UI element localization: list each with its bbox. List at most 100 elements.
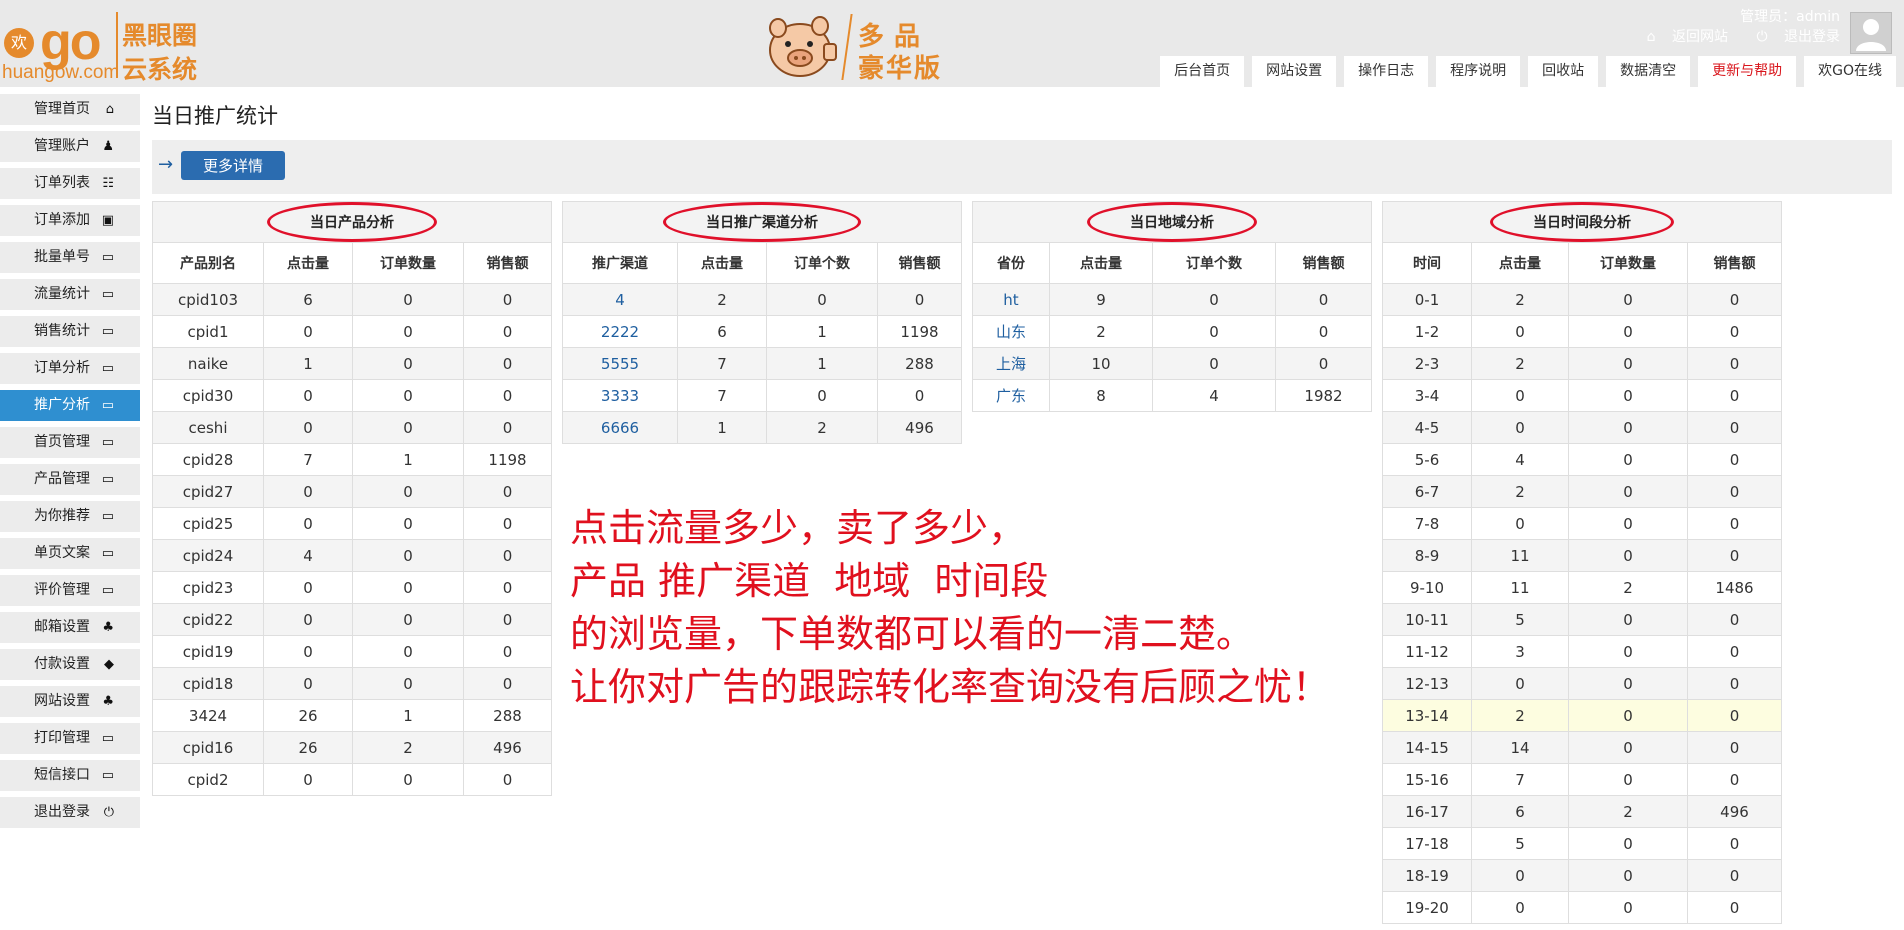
table-cell: 1198 <box>877 315 962 348</box>
table-cell: 0 <box>263 475 353 508</box>
sidebar-item-logout[interactable]: 退出登录 ⏻ <box>0 797 140 828</box>
table-cell: 4 <box>1152 379 1276 412</box>
tab-clear-data[interactable]: 数据清空 <box>1606 56 1691 87</box>
table-row: cpid22 0 0 0 <box>152 603 552 636</box>
table-row: cpid28 7 1 1198 <box>152 443 552 476</box>
sidebar-item-print-manage[interactable]: 打印管理 ▭ <box>0 723 140 754</box>
table-cell: 0 <box>1471 859 1569 892</box>
column-header: 销售额 <box>1275 242 1372 284</box>
annotation-line: 产品 推广渠道 地域 时间段 <box>570 559 1049 603</box>
table-cell: 7 <box>677 347 767 380</box>
table-cell: 0 <box>1152 283 1276 316</box>
table-row: 18-19 0 0 0 <box>1382 859 1782 892</box>
time-analysis-table: 当日时间段分析 时间 点击量 订单数量 销售额 0-1 2 0 0 1-2 0 0 0 2-3 2… <box>1382 201 1782 924</box>
sidebar-item-single-page[interactable]: 单页文案 ▭ <box>0 538 140 569</box>
table-cell: 4-5 <box>1382 411 1472 444</box>
table-cell: 1198 <box>463 443 552 476</box>
table-cell-link[interactable]: 4 <box>562 283 678 316</box>
sidebar-item-payment-settings[interactable]: 付款设置 ◆ <box>0 649 140 680</box>
table-cell: 0 <box>263 635 353 668</box>
table-cell-link[interactable]: 3333 <box>562 379 678 412</box>
table-cell: 16-17 <box>1382 795 1472 828</box>
sidebar-item-promotion-analysis[interactable]: 推广分析 ▭ <box>0 390 140 421</box>
sidebar-item-mail-settings[interactable]: 邮箱设置 ♣ <box>0 612 140 643</box>
tab-program-notes[interactable]: 程序说明 <box>1436 56 1521 87</box>
table-cell: cpid22 <box>152 603 264 636</box>
logo[interactable]: go 欢 huangow.com 黑眼圈 云系统 <box>0 8 200 84</box>
table-cell-link[interactable]: 2222 <box>562 315 678 348</box>
table-cell-link[interactable]: 6666 <box>562 411 678 444</box>
table-cell-link[interactable]: 5555 <box>562 347 678 380</box>
more-details-button[interactable]: 更多详情 <box>181 151 285 180</box>
sidebar-item-order-analysis[interactable]: 订单分析 ▭ <box>0 353 140 384</box>
tab-update-help[interactable]: 更新与帮助 <box>1698 56 1797 87</box>
table-cell: 0 <box>463 379 552 412</box>
window-icon: ▭ <box>101 398 114 413</box>
table-cell: 2 <box>677 283 767 316</box>
sidebar-item-accounts[interactable]: 管理账户 ♟ <box>0 131 140 162</box>
sidebar-item-label: 销售统计 <box>34 323 90 339</box>
table-row: 0-1 2 0 0 <box>1382 283 1782 316</box>
sidebar-item-recommend[interactable]: 为你推荐 ▭ <box>0 501 140 532</box>
table-cell-link[interactable]: 上海 <box>972 347 1050 380</box>
table-cell: 2-3 <box>1382 347 1472 380</box>
table-cell: 0 <box>1471 379 1569 412</box>
table-cell: 0 <box>352 379 464 412</box>
sidebar-item-label: 订单分析 <box>34 360 90 376</box>
logout-link[interactable]: ⏻ 退出登录 <box>1744 29 1840 45</box>
table-cell: 10-11 <box>1382 603 1472 636</box>
table-cell: 2 <box>1471 347 1569 380</box>
sidebar-item-dashboard[interactable]: 管理首页 ⌂ <box>0 94 140 125</box>
sidebar-item-order-list[interactable]: 订单列表 ☷ <box>0 168 140 199</box>
table-cell: 0 <box>1471 891 1569 924</box>
table-cell: 11 <box>1471 571 1569 604</box>
table-cell: cpid2 <box>152 763 264 796</box>
window-icon: ▭ <box>101 435 114 450</box>
sidebar-item-label: 产品管理 <box>34 471 90 487</box>
header: go 欢 huangow.com 黑眼圈 云系统 多品 豪华版 管理员：admi… <box>0 0 1904 87</box>
table-row: 4-5 0 0 0 <box>1382 411 1782 444</box>
back-site-link[interactable]: ⌂ 返回网站 <box>1635 29 1728 45</box>
tab-huango-online[interactable]: 欢GO在线 <box>1804 56 1896 87</box>
admin-label: 管理员：admin <box>1740 9 1840 25</box>
tab-recycle-bin[interactable]: 回收站 <box>1528 56 1599 87</box>
sidebar-item-traffic-stats[interactable]: 流量统计 ▭ <box>0 279 140 310</box>
table-cell: 0 <box>463 315 552 348</box>
table-row: 16-17 6 2 496 <box>1382 795 1782 828</box>
table-row: 2-3 2 0 0 <box>1382 347 1782 380</box>
sidebar-item-batch-numbers[interactable]: 批量单号 ▭ <box>0 242 140 273</box>
column-header: 省份 <box>972 242 1050 284</box>
table-cell: 0 <box>1568 507 1688 540</box>
tab-site-settings[interactable]: 网站设置 <box>1252 56 1337 87</box>
table-cell: 0 <box>766 379 878 412</box>
sidebar-item-order-add[interactable]: 订单添加 ▣ <box>0 205 140 236</box>
table-cell: 1486 <box>1687 571 1782 604</box>
table-cell: cpid28 <box>152 443 264 476</box>
sidebar-item-site-settings[interactable]: 网站设置 ♣ <box>0 686 140 717</box>
table-cell-link[interactable]: ht <box>972 283 1050 316</box>
sidebar-item-reviews[interactable]: 评价管理 ▭ <box>0 575 140 606</box>
brand-line2: 云系统 <box>122 55 198 84</box>
sidebar-item-product-manage[interactable]: 产品管理 ▭ <box>0 464 140 495</box>
table-cell: 12-13 <box>1382 667 1472 700</box>
table-cell: 288 <box>877 347 962 380</box>
table-cell-link[interactable]: 广东 <box>972 379 1050 412</box>
sidebar-item-sales-stats[interactable]: 销售统计 ▭ <box>0 316 140 347</box>
table-cell: cpid1 <box>152 315 264 348</box>
product-analysis-table: 当日产品分析 产品别名 点击量 订单数量 销售额 cpid103 6 0 0 cpid1… <box>152 201 552 796</box>
table-cell: ceshi <box>152 411 264 444</box>
table-cell: 1 <box>352 699 464 732</box>
caption-oval: 当日推广渠道分析 <box>663 202 861 242</box>
table-cell: 0 <box>1568 603 1688 636</box>
table-cell: 0 <box>1568 699 1688 732</box>
sidebar-item-sms-api[interactable]: 短信接口 ▭ <box>0 760 140 791</box>
avatar[interactable] <box>1850 12 1892 54</box>
tab-dashboard[interactable]: 后台首页 <box>1160 56 1245 87</box>
table-cell-link[interactable]: 山东 <box>972 315 1050 348</box>
tab-operation-log[interactable]: 操作日志 <box>1344 56 1429 87</box>
column-header: 点击量 <box>1471 242 1569 284</box>
table-cell: 0 <box>352 315 464 348</box>
table-cell: 0 <box>1687 411 1782 444</box>
table-cell: 5 <box>1471 827 1569 860</box>
sidebar-item-home-manage[interactable]: 首页管理 ▭ <box>0 427 140 458</box>
